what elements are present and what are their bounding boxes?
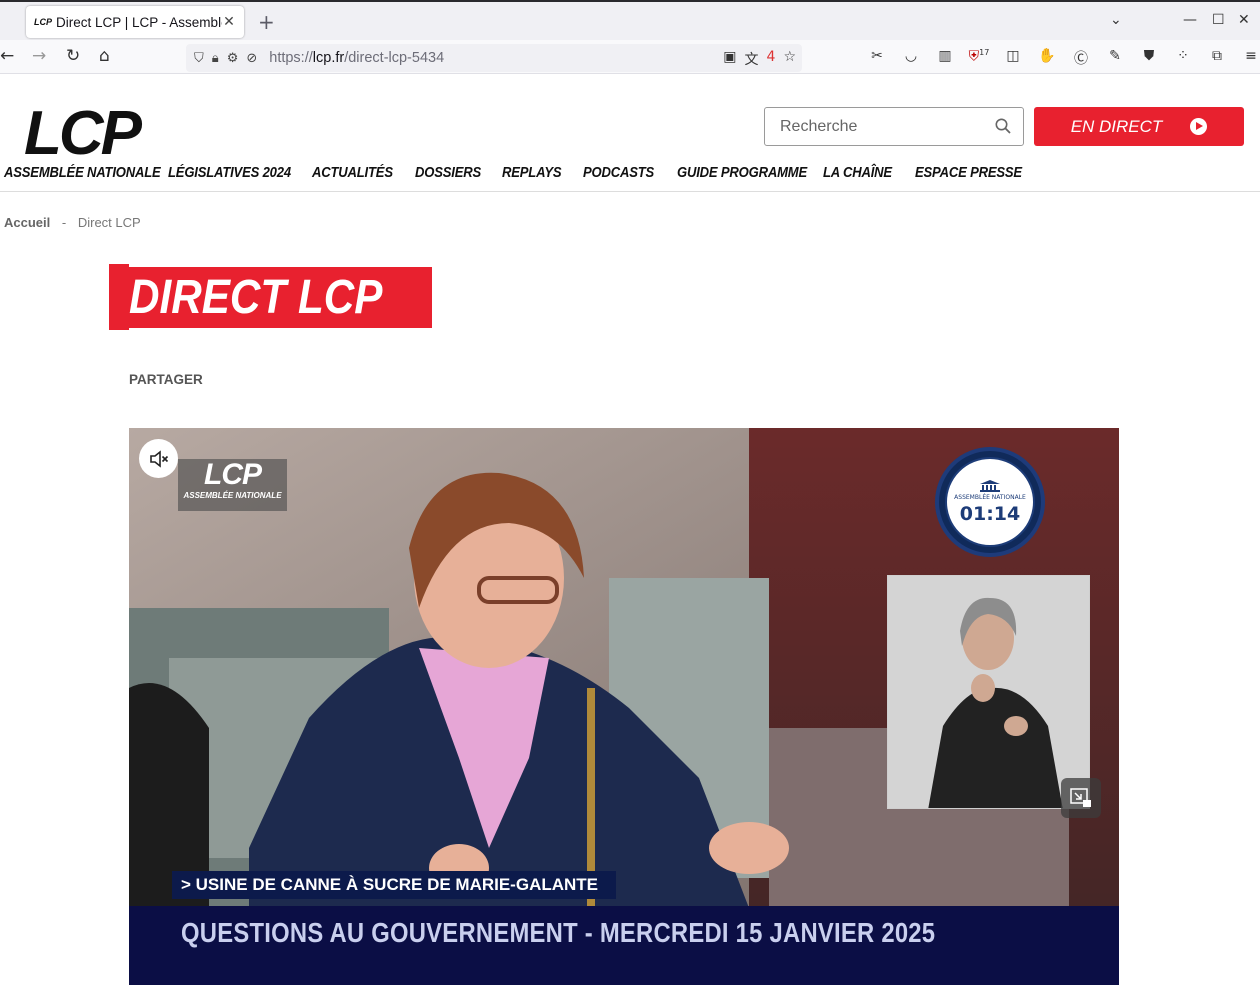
- share-label[interactable]: PARTAGER: [129, 372, 203, 387]
- play-icon: [1190, 118, 1208, 135]
- live-button-label: EN DIRECT: [1070, 116, 1163, 136]
- maximize-icon[interactable]: ☐: [1212, 12, 1225, 28]
- toolbar-extensions: ✂ ◡ ▥ ⛨17 ◫ ✋ Ⓒ ✎ ⛊ ⁘ ⧉ ≡: [866, 48, 1260, 68]
- back-arrow-icon[interactable]: ←: [0, 46, 14, 66]
- extension-paw-icon[interactable]: ✋: [1036, 48, 1058, 68]
- nav-item-guide-programme[interactable]: GUIDE PROGRAMME: [677, 165, 807, 181]
- eyedropper-icon[interactable]: ✎: [1104, 48, 1126, 68]
- home-icon[interactable]: ⌂: [99, 46, 110, 66]
- nav-item-dossiers[interactable]: DOSSIERS: [415, 165, 481, 181]
- extension-c-icon[interactable]: Ⓒ: [1070, 48, 1092, 68]
- channel-logo-overlay: LCP ASSEMBLÉE NATIONALE: [178, 459, 287, 511]
- channel-bug-text: LCP: [204, 458, 262, 491]
- library-icon[interactable]: ▥: [934, 48, 956, 68]
- pocket-icon[interactable]: ◡: [900, 48, 922, 68]
- nav-item-replays[interactable]: REPLAYS: [502, 165, 562, 181]
- new-tab-button[interactable]: +: [258, 12, 275, 32]
- screenshot-icon[interactable]: ✂: [866, 48, 888, 68]
- tab-favicon: LCP: [34, 17, 52, 27]
- permissions-icon[interactable]: ⚙: [227, 51, 239, 66]
- forward-arrow-icon[interactable]: →: [32, 46, 46, 66]
- interpreter-image: [888, 576, 1089, 808]
- search-input[interactable]: [780, 117, 980, 136]
- page-title: DIRECT LCP: [129, 271, 383, 324]
- nav-item-podcasts[interactable]: PODCASTS: [583, 165, 654, 181]
- nav-item-actualites[interactable]: ACTUALITÉS: [312, 165, 393, 181]
- channel-bug-subtitle: ASSEMBLÉE NATIONALE: [183, 491, 282, 500]
- nav-item-legislatives-2024[interactable]: LÉGISLATIVES 2024: [168, 165, 291, 181]
- live-video-player[interactable]: LCP ASSEMBLÉE NATIONALE ASSEMBLÉE NATION…: [129, 428, 1119, 985]
- tracking-shield-icon[interactable]: ⛉: [194, 51, 204, 66]
- page-title-box: DIRECT LCP: [117, 267, 432, 328]
- search-icon[interactable]: [995, 118, 1011, 134]
- tab-close-icon[interactable]: ✕: [222, 14, 236, 30]
- search-box[interactable]: [764, 107, 1024, 146]
- browser-navigation-bar: ← → ↻ ⌂ ⛉ 🔒︎ ⚙ ⊘ https://lcp.fr/direct-l…: [0, 40, 1260, 74]
- assembly-building-icon: [980, 479, 1000, 492]
- browser-tab[interactable]: LCP Direct LCP | LCP - Assemblée nationa…: [26, 6, 244, 38]
- program-title: QUESTIONS AU GOUVERNEMENT - MERCREDI 15 …: [181, 917, 936, 948]
- menu-hamburger-icon[interactable]: ≡: [1240, 48, 1260, 68]
- breadcrumb-separator: -: [61, 215, 67, 230]
- breadcrumb-current: Direct LCP: [77, 215, 141, 230]
- main-navigation: ASSEMBLÉE NATIONALE LÉGISLATIVES 2024 AC…: [0, 164, 1260, 192]
- speaker-muted-icon: [149, 449, 168, 468]
- bookmark-star-icon[interactable]: ☆: [783, 49, 796, 69]
- picture-in-picture-icon: [1070, 788, 1091, 807]
- tab-title: Direct LCP | LCP - Assemblée nationale: [56, 14, 222, 30]
- translate-badge[interactable]: 4: [767, 49, 776, 69]
- address-bar[interactable]: ⛉ 🔒︎ ⚙ ⊘ https://lcp.fr/direct-lcp-5434 …: [186, 44, 802, 72]
- tab-list-chevron-icon[interactable]: ⌄: [1110, 12, 1122, 28]
- reader-view-icon[interactable]: ▣: [723, 49, 736, 69]
- lock-icon[interactable]: 🔒︎: [212, 51, 219, 66]
- url-text[interactable]: https://lcp.fr/direct-lcp-5434: [269, 50, 444, 66]
- extension-shield-icon[interactable]: ⛊: [1138, 48, 1160, 68]
- live-button[interactable]: EN DIRECT: [1034, 107, 1244, 146]
- video-lower-third: QUESTIONS AU GOUVERNEMENT - MERCREDI 15 …: [129, 906, 1119, 985]
- site-logo[interactable]: LCP: [24, 103, 142, 165]
- minimize-icon[interactable]: —: [1183, 12, 1197, 28]
- picture-in-picture-button[interactable]: [1061, 778, 1101, 818]
- logo-subtitle[interactable]: ASSEMBLÉE NATIONALE: [4, 165, 161, 181]
- video-topic-banner: > USINE DE CANNE À SUCRE DE MARIE-GALANT…: [172, 871, 617, 899]
- nav-item-la-chaine[interactable]: LA CHAÎNE: [823, 165, 892, 181]
- ublock-icon[interactable]: ⛨17: [968, 48, 990, 68]
- sign-language-interpreter-inset: [887, 575, 1090, 809]
- translate-icon[interactable]: 文: [745, 49, 759, 69]
- sidebar-icon[interactable]: ◫: [1002, 48, 1024, 68]
- close-window-icon[interactable]: ✕: [1238, 12, 1250, 28]
- session-clock: ASSEMBLÉE NATIONALE 01:14: [935, 447, 1045, 557]
- unmute-button[interactable]: [139, 439, 178, 478]
- breadcrumb-home-link[interactable]: Accueil: [4, 215, 50, 230]
- nav-item-espace-presse[interactable]: ESPACE PRESSE: [915, 165, 1022, 181]
- extensions-puzzle-icon[interactable]: ⧉: [1206, 48, 1228, 68]
- extension-dots-icon[interactable]: ⁘: [1172, 48, 1194, 68]
- reload-icon[interactable]: ↻: [66, 46, 80, 66]
- clock-label: ASSEMBLÉE NATIONALE: [954, 493, 1026, 501]
- browser-tab-strip: LCP Direct LCP | LCP - Assemblée nationa…: [0, 0, 1260, 40]
- clock-time: 01:14: [959, 502, 1021, 525]
- autoplay-blocked-icon[interactable]: ⊘: [246, 51, 257, 66]
- breadcrumb: Accueil - Direct LCP: [4, 215, 141, 230]
